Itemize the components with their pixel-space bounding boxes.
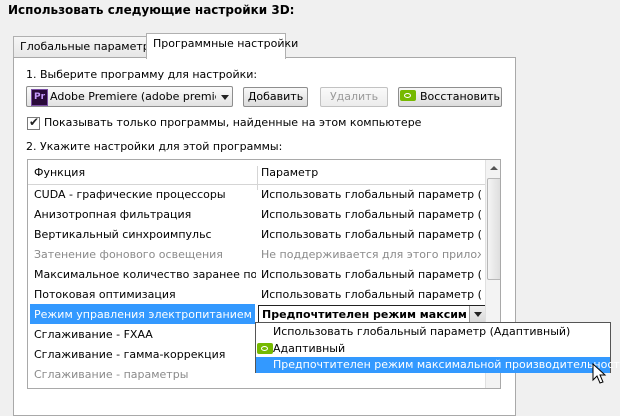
page-heading: Использовать следующие настройки 3D: [8, 3, 295, 17]
row-function: Максимальное количество заранее под... [34, 268, 256, 281]
row-parameter: Использовать глобальный параметр (А... [261, 288, 481, 301]
row-function: Сглаживание - гамма-коррекция [34, 348, 226, 361]
add-program-button[interactable]: Добавить [243, 87, 308, 107]
table-row[interactable]: Затенение фонового освещения Не поддержи… [28, 244, 485, 264]
combobox-dropdown-button[interactable] [469, 306, 486, 323]
chevron-down-icon [221, 95, 229, 100]
table-row[interactable]: Анизотропная фильтрация Использовать гло… [28, 204, 485, 224]
column-header-parameter[interactable]: Параметр [261, 166, 318, 179]
dropdown-option[interactable]: Использовать глобальный параметр (Адапти… [256, 324, 610, 340]
remove-program-button[interactable]: Удалить [320, 87, 388, 107]
row-function: Сглаживание - FXAA [34, 328, 153, 341]
row-function: Вертикальный синхроимпульс [34, 228, 212, 241]
step1-label: 1. Выберите программу для настройки: [26, 68, 258, 81]
row-parameter: Использовать глобальный параметр (И... [261, 228, 481, 241]
restore-button[interactable]: Восстановить [398, 87, 502, 107]
row-parameter: Не поддерживается для этого приложе... [261, 248, 481, 261]
row-parameter: Использовать глобальный параметр (И... [261, 268, 481, 281]
checkmark-icon: ✔ [29, 115, 40, 129]
table-row-selected[interactable]: Режим управления электропитанием Предпоч… [28, 304, 487, 326]
row-function: CUDA - графические процессоры [34, 188, 226, 201]
power-mode-value: Предпочтителен режим максималь [262, 308, 467, 321]
nvidia-icon [257, 343, 273, 354]
dropdown-option-label: Адаптивный [273, 342, 346, 355]
nvidia-icon [400, 90, 417, 101]
scrollbar-thumb[interactable] [487, 178, 500, 280]
table-row[interactable]: CUDA - графические процессоры Использова… [28, 184, 485, 204]
dropdown-option-highlighted[interactable]: Предпочтителен режим максимальной произв… [256, 357, 620, 373]
tab-program-settings[interactable]: Программные настройки [146, 33, 298, 59]
row-function: Режим управления электропитанием [34, 308, 252, 321]
filter-checkbox[interactable]: ✔ [27, 115, 40, 130]
dropdown-option-label: Предпочтителен режим максимальной произв… [273, 358, 620, 371]
premiere-app-icon: Pr [31, 89, 48, 106]
tab-global-settings[interactable]: Глобальные параметры [13, 36, 158, 58]
row-function: Потоковая оптимизация [34, 288, 176, 301]
dropdown-option-label: Использовать глобальный параметр (Адапти… [273, 325, 571, 338]
row-function: Сглаживание - параметры [34, 368, 189, 381]
grid-header: Функция Параметр [28, 160, 485, 190]
row-parameter: Использовать глобальный параметр (G... [261, 188, 481, 201]
table-row[interactable]: Вертикальный синхроимпульс Использовать … [28, 224, 485, 244]
column-header-function[interactable]: Функция [34, 166, 85, 179]
program-select-value: Adobe Premiere (adobe premier... [50, 90, 216, 103]
row-parameter: Использовать глобальный параметр (У... [261, 208, 481, 221]
mouse-cursor-icon [592, 362, 608, 388]
chevron-down-icon [474, 312, 482, 317]
filter-checkbox-label: Показывать только программы, найденные н… [44, 116, 422, 129]
table-row[interactable]: Максимальное количество заранее под... И… [28, 264, 485, 284]
power-mode-dropdown-list: Использовать глобальный параметр (Адапти… [255, 322, 620, 373]
chevron-up-icon [490, 166, 498, 170]
program-select[interactable]: Pr Adobe Premiere (adobe premier... [26, 86, 233, 107]
dropdown-option[interactable]: Адаптивный [256, 341, 610, 357]
row-function: Анизотропная фильтрация [34, 208, 192, 221]
row-function: Затенение фонового освещения [34, 248, 223, 261]
step2-label: 2. Укажите настройки для этой программы: [26, 140, 283, 153]
scroll-up-button[interactable] [486, 160, 500, 177]
restore-button-label: Восстановить [420, 90, 500, 103]
table-row[interactable]: Потоковая оптимизация Использовать глоба… [28, 284, 485, 304]
